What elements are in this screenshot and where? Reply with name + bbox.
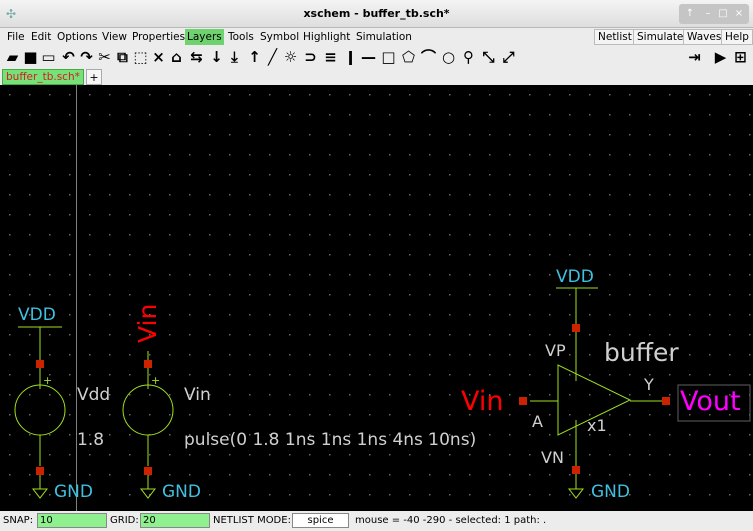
minimize-button[interactable]: – xyxy=(701,4,715,24)
window-controls: ↑ – □ × xyxy=(679,4,749,24)
maximize-button[interactable]: □ xyxy=(715,4,731,24)
menu-properties[interactable]: Properties xyxy=(130,29,187,45)
gnd-label-buffer: GND xyxy=(591,482,630,502)
menu-bar: File Edit Options View Properties Layers… xyxy=(0,28,753,46)
netlist-button[interactable]: Netlist xyxy=(594,29,636,45)
waves-button[interactable]: Waves xyxy=(683,29,726,45)
menu-highlight[interactable]: Highlight xyxy=(301,29,352,45)
simulate-icon[interactable]: ▶ xyxy=(712,48,729,67)
menu-edit[interactable]: Edit xyxy=(29,29,53,45)
push-icon[interactable]: ↓ xyxy=(208,48,225,67)
pin-icon[interactable]: ǀ xyxy=(342,48,359,67)
help-button[interactable]: Help xyxy=(721,29,753,45)
bus-line-icon[interactable]: — xyxy=(360,48,377,67)
window-title: xschem - buffer_tb.sch* xyxy=(303,7,450,20)
wire-bus-icon[interactable]: ⇆ xyxy=(188,48,205,67)
rectangle-icon[interactable]: □ xyxy=(380,48,397,67)
menu-options[interactable]: Options xyxy=(55,29,100,45)
toolbar: ▰ ■ ▭ ↶ ↷ ✂ ⧉ ⬚ × ⌂ ⇆ ↓ ⤓ ↑ ╱ ☼ ⊃ ≡ ǀ — … xyxy=(0,46,753,69)
gnd-label-vin: GND xyxy=(162,482,201,502)
waves-icon[interactable]: ⊞ xyxy=(732,48,749,67)
zoom-in-icon[interactable]: ⤡ xyxy=(480,48,497,67)
highlight-icon[interactable]: ☼ xyxy=(282,48,299,67)
line-icon[interactable]: ╱ xyxy=(264,48,281,67)
schematic-canvas[interactable]: + + VDD Vdd 1.8 GND Vin Vin pulse(0 1.8 … xyxy=(0,85,753,511)
netlist-mode-label: NETLIST MODE: xyxy=(213,515,291,526)
zoom-out-icon[interactable]: ⤢ xyxy=(500,48,517,67)
buffer-pin-a: A xyxy=(532,412,543,431)
buffer-pin-vp: VP xyxy=(545,341,566,360)
vdd-instance-name: Vdd xyxy=(77,385,111,405)
netlist-text-icon[interactable]: ≡ xyxy=(322,48,339,67)
redo-icon[interactable]: ↷ xyxy=(78,48,95,67)
vin-instance-name: Vin xyxy=(184,385,211,405)
zoom-icon[interactable]: ⚲ xyxy=(460,48,477,67)
snap-label: SNAP: xyxy=(3,515,34,526)
grid-label: GRID: xyxy=(110,515,139,526)
close-button[interactable]: × xyxy=(731,4,747,24)
vin-net-label-buffer: Vin xyxy=(461,386,504,417)
menu-tools[interactable]: Tools xyxy=(226,29,256,45)
circle-icon[interactable]: ○ xyxy=(440,48,457,67)
netlist-mode-value[interactable]: spice xyxy=(292,513,349,528)
reload-icon[interactable]: ▭ xyxy=(40,48,57,67)
tab-buffer-tb[interactable]: buffer_tb.sch* xyxy=(2,69,84,85)
vdd-net-label-buffer: VDD xyxy=(556,267,594,287)
status-bar: SNAP: 10 GRID: 20 NETLIST MODE: spice mo… xyxy=(0,511,753,531)
vin-net-label-vertical: Vin xyxy=(133,303,162,343)
svg-text:+: + xyxy=(151,374,160,387)
arc-icon[interactable]: ⌒ xyxy=(420,48,437,67)
menu-file[interactable]: File xyxy=(5,29,27,45)
vdd-net-label-left: VDD xyxy=(18,305,56,325)
buffer-pin-vn: VN xyxy=(541,448,564,467)
vin-instance-value: pulse(0 1.8 1ns 1ns 1ns 4ns 10ns) xyxy=(184,430,477,450)
buffer-symbol-name: buffer xyxy=(604,338,679,367)
pop-icon[interactable]: ↑ xyxy=(246,48,263,67)
paste-icon[interactable]: ⬚ xyxy=(132,48,149,67)
vdd-instance-value: 1.8 xyxy=(77,430,105,450)
menu-simulation[interactable]: Simulation xyxy=(354,29,414,45)
simulate-button[interactable]: Simulate xyxy=(633,29,688,45)
gnd-label-vdd: GND xyxy=(54,482,93,502)
menu-view[interactable]: View xyxy=(100,29,129,45)
gate-icon[interactable]: ⊃ xyxy=(302,48,319,67)
polygon-icon[interactable]: ⬠ xyxy=(400,48,417,67)
undo-icon[interactable]: ↶ xyxy=(60,48,77,67)
save-icon[interactable]: ■ xyxy=(22,48,39,67)
descend-icon[interactable]: ⤓ xyxy=(226,48,243,67)
copy-icon[interactable]: ⧉ xyxy=(114,48,131,67)
place-symbol-icon[interactable]: ⌂ xyxy=(168,48,185,67)
menu-symbol[interactable]: Symbol xyxy=(258,29,301,45)
grid-input[interactable]: 20 xyxy=(140,513,210,528)
buffer-instance-name: x1 xyxy=(587,416,607,435)
delete-icon[interactable]: × xyxy=(150,48,167,67)
status-info: mouse = -40 -290 - selected: 1 path: . xyxy=(355,515,547,526)
window-titlebar: ✣ xschem - buffer_tb.sch* ↑ – □ × xyxy=(0,0,753,28)
menu-layers[interactable]: Layers xyxy=(185,29,224,45)
vout-net-label: Vout xyxy=(680,386,741,417)
cut-icon[interactable]: ✂ xyxy=(96,48,113,67)
tab-bar: buffer_tb.sch* + xyxy=(0,69,753,85)
keep-above-button[interactable]: ↑ xyxy=(679,4,701,24)
open-icon[interactable]: ▰ xyxy=(4,48,21,67)
add-tab-button[interactable]: + xyxy=(86,69,102,85)
snap-input[interactable]: 10 xyxy=(37,513,107,528)
svg-text:+: + xyxy=(43,374,52,387)
netlist-go-icon[interactable]: ⇥ xyxy=(686,48,703,67)
buffer-pin-y: Y xyxy=(644,375,654,394)
